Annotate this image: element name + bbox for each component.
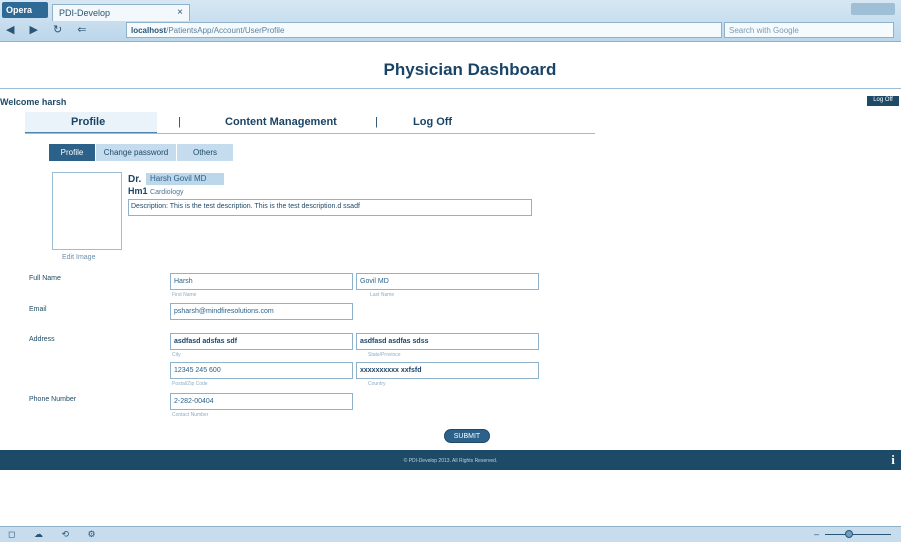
nav-content-management[interactable]: Content Management <box>225 116 337 128</box>
country-input[interactable]: xxxxxxxxxx xxfsfd <box>356 362 539 379</box>
browser-chrome: Opera PDI-Develop × ◀ ▶ ↻ ⇐ localhost/Pa… <box>0 0 901 42</box>
address-bar[interactable]: localhost/PatientsApp/Account/UserProfil… <box>126 22 722 38</box>
nav-log-off[interactable]: Log Off <box>413 116 452 128</box>
phone-input[interactable]: 2-282-00404 <box>170 393 353 410</box>
doctor-name: Harsh Govil MD <box>146 173 224 185</box>
welcome-text: Welcome harsh <box>0 97 67 107</box>
email-input[interactable]: psharsh@mindfiresolutions.com <box>170 303 353 320</box>
window-controls[interactable] <box>851 3 895 15</box>
info-icon[interactable]: i <box>887 453 899 467</box>
city-input[interactable]: asdfasd adsfas sdf <box>170 333 353 350</box>
description-field[interactable]: Description: This is the test descriptio… <box>128 199 532 216</box>
first-name-input[interactable]: Harsh <box>170 273 353 290</box>
state-input[interactable]: asdfasd asdfas sdss <box>356 333 539 350</box>
specialty: Hm1 Cardiology <box>128 186 184 196</box>
specialty-value: Cardiology <box>150 189 184 196</box>
main-nav: Profile | Content Management | Log Off <box>25 112 595 134</box>
page-title: Physician Dashboard <box>383 60 557 79</box>
full-name-label: Full Name <box>29 275 61 282</box>
address-label: Address <box>29 336 55 343</box>
url-host: localhost <box>131 26 167 35</box>
city-hint: City <box>172 352 181 358</box>
tab-close-icon[interactable]: × <box>177 7 183 18</box>
zoom-slider[interactable] <box>825 534 891 535</box>
subtab-profile[interactable]: Profile <box>49 144 95 161</box>
dr-prefix: Dr. <box>128 174 142 185</box>
first-name-hint: First Name <box>172 292 197 298</box>
nav-separator: | <box>375 116 378 128</box>
footer-text: © PDI-Develop 2013. All Rights Reserved. <box>403 458 498 464</box>
tab-title: PDI-Develop <box>59 8 111 18</box>
state-hint: State/Province <box>368 352 401 358</box>
subtab-others[interactable]: Others <box>177 144 233 161</box>
nav-profile[interactable]: Profile <box>71 116 105 128</box>
nav-separator: | <box>178 116 181 128</box>
browser-nav-buttons[interactable]: ◀ ▶ ↻ ⇐ <box>6 23 93 36</box>
email-label: Email <box>29 306 47 313</box>
url-path: /PatientsApp/Account/UserProfile <box>166 26 285 35</box>
opera-menu-button[interactable]: Opera <box>2 2 48 18</box>
last-name-hint: Last Name <box>370 292 395 298</box>
browser-search-input[interactable]: Search with Google <box>724 22 894 38</box>
postal-code-hint: Postal/Zip Code <box>172 381 208 387</box>
phone-label: Phone Number <box>29 396 77 403</box>
specialty-label: Hm1 <box>128 186 148 196</box>
zoom-out-icon[interactable]: – <box>814 529 819 539</box>
page-footer: © PDI-Develop 2013. All Rights Reserved.… <box>0 450 901 470</box>
profile-photo[interactable] <box>52 172 122 250</box>
subtab-change-password[interactable]: Change password <box>96 144 176 161</box>
country-hint: Country <box>368 381 386 387</box>
edit-image-link[interactable]: Edit Image <box>62 254 95 261</box>
submit-button[interactable]: SUBMIT <box>444 429 490 443</box>
phone-hint: Contact Number <box>172 412 209 418</box>
postal-code-input[interactable]: 12345 245 600 <box>170 362 353 379</box>
last-name-input[interactable]: Govil MD <box>356 273 539 290</box>
divider <box>0 88 901 89</box>
browser-tab[interactable]: PDI-Develop × <box>52 4 190 21</box>
zoom-slider-handle[interactable] <box>845 530 853 538</box>
statusbar-icons[interactable]: ◻ ☁ ⟲ ⚙ <box>8 529 104 540</box>
logout-button[interactable]: Log Off <box>867 96 899 106</box>
browser-statusbar: ◻ ☁ ⟲ ⚙ – <box>0 526 901 542</box>
